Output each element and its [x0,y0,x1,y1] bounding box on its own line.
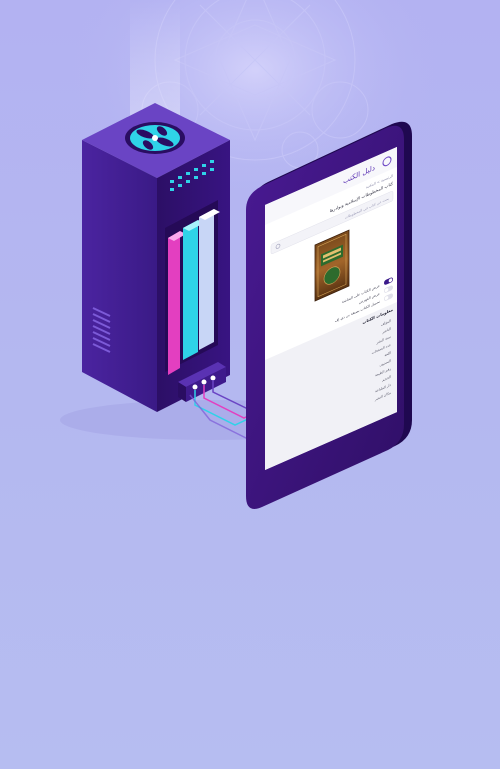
server-rack-icon [82,103,230,412]
fan-icon [125,122,185,154]
illustration: دليل الكتب الرئيسية > المكتبة كتاب المخط… [0,0,500,769]
